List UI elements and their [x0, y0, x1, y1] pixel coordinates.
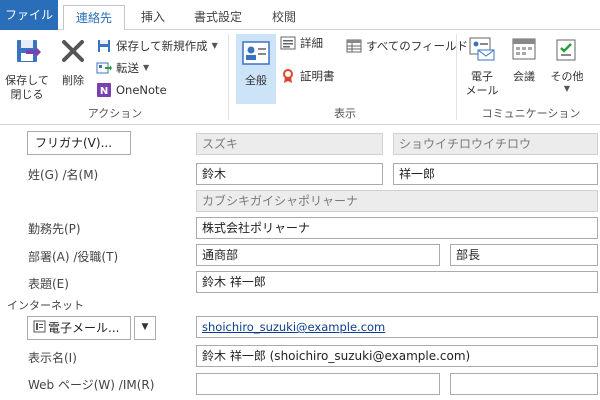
- all-fields-label: すべてのフィールド: [366, 39, 469, 53]
- ribbon-group-divider: [456, 34, 457, 120]
- email-contact-icon: [462, 36, 502, 66]
- display-name-field[interactable]: 鈴木 祥一郎 (shoichiro_suzuki@example.com): [196, 345, 598, 367]
- name-label: 姓(G) /名(M): [28, 168, 99, 182]
- contact-card-icon: [236, 40, 276, 70]
- file-as-label: 表題(E): [28, 277, 69, 291]
- email-select-button[interactable]: 電子メール...: [27, 316, 131, 340]
- calendar-icon: [506, 36, 542, 66]
- contact-form: フリガナ(V)... スズキ ショウイチロウイチロウ 姓(G) /名(M) 鈴木…: [0, 126, 600, 400]
- last-name-field[interactable]: 鈴木: [196, 163, 383, 185]
- email-field[interactable]: shoichiro_suzuki@example.com: [196, 316, 598, 338]
- internet-section-header: インターネット: [7, 299, 84, 312]
- onenote-label: OneNote: [116, 83, 167, 97]
- meeting-button[interactable]: 会議: [506, 36, 542, 84]
- department-label: 部署(A) /役職(T): [28, 250, 119, 264]
- tab-contact[interactable]: 連絡先: [63, 5, 125, 31]
- ribbon-group-divider: [228, 34, 229, 120]
- tab-file[interactable]: ファイル: [0, 0, 58, 30]
- address-book-icon: [33, 318, 46, 340]
- file-as-field[interactable]: 鈴木 祥一郎: [196, 271, 598, 293]
- more-tasks-icon: [546, 36, 588, 66]
- details-button[interactable]: 詳細: [280, 33, 323, 53]
- chevron-down-icon: ▼: [141, 322, 149, 332]
- web-page-field[interactable]: [196, 373, 440, 395]
- forward-label: 転送: [116, 61, 139, 75]
- tab-insert[interactable]: 挿入: [131, 5, 175, 30]
- meeting-label: 会議: [513, 70, 535, 83]
- delete-label: 削除: [62, 74, 84, 87]
- certificates-label: 証明書: [300, 69, 335, 83]
- display-name-label: 表示名(I): [28, 351, 77, 365]
- more-button[interactable]: その他 ▼: [546, 36, 588, 93]
- tab-review[interactable]: 校閲: [262, 5, 306, 30]
- details-list-icon: [280, 35, 296, 51]
- general-view-button[interactable]: 全般: [236, 34, 276, 104]
- email-type-dropdown[interactable]: ▼: [134, 316, 156, 340]
- save-new-button[interactable]: 保存して新規作成 ▼: [96, 36, 218, 56]
- actions-group-label: アクション: [87, 107, 143, 120]
- job-title-field[interactable]: 部長: [450, 244, 598, 266]
- web-im-label: Web ページ(W) /IM(R): [28, 378, 155, 392]
- svg-text:N: N: [100, 86, 108, 97]
- certificate-ribbon-icon: [280, 68, 296, 84]
- ribbon-tab-bar: ファイル 連絡先 挿入 書式設定 校閲: [0, 0, 600, 31]
- onenote-icon: N: [96, 82, 112, 98]
- save-close-icon: [4, 36, 50, 70]
- ribbon: 保存して 閉じる 削除 保存して新規作成 ▼ 転送 ▼ N OneNote アク…: [0, 30, 600, 125]
- certificates-button[interactable]: 証明書: [280, 66, 335, 86]
- email-label: 電子 メール: [465, 70, 499, 97]
- company-field[interactable]: 株式会社ポリャーナ: [196, 217, 598, 239]
- save-new-label: 保存して新規作成: [116, 39, 208, 53]
- email-button[interactable]: 電子 メール: [462, 36, 502, 98]
- department-field[interactable]: 通商部: [196, 244, 440, 266]
- furigana-first-field[interactable]: ショウイチロウイチロウ: [393, 133, 598, 155]
- email-select-label: 電子メール...: [48, 321, 120, 335]
- company-label: 勤務先(P): [28, 222, 81, 236]
- show-group-label: 表示: [334, 107, 356, 120]
- furigana-button[interactable]: フリガナ(V)...: [27, 131, 131, 155]
- more-label: その他: [550, 70, 584, 83]
- forward-button[interactable]: 転送 ▼: [96, 58, 149, 78]
- all-fields-button[interactable]: すべてのフィールド: [346, 36, 468, 56]
- communicate-group-label: コミュニケーション: [481, 107, 581, 120]
- all-fields-grid-icon: [346, 38, 362, 54]
- furigana-last-field[interactable]: スズキ: [196, 133, 383, 155]
- delete-button[interactable]: 削除: [56, 36, 90, 88]
- delete-x-icon: [56, 36, 90, 70]
- onenote-button[interactable]: N OneNote: [96, 80, 167, 100]
- first-name-field[interactable]: 祥一郎: [393, 163, 598, 185]
- forward-card-icon: [96, 60, 112, 76]
- general-label: 全般: [245, 74, 267, 87]
- save-close-label: 保存して 閉じる: [5, 74, 49, 101]
- save-close-button[interactable]: 保存して 閉じる: [4, 36, 50, 102]
- im-address-field[interactable]: [450, 373, 598, 395]
- company-reading-field[interactable]: カブシキガイシャポリャーナ: [196, 190, 598, 212]
- chevron-down-icon: ▼: [563, 84, 571, 93]
- tab-format[interactable]: 書式設定: [184, 5, 252, 30]
- details-label: 詳細: [300, 36, 323, 50]
- save-new-icon: [96, 38, 112, 54]
- chevron-down-icon: ▼: [143, 63, 150, 72]
- chevron-down-icon: ▼: [211, 41, 218, 50]
